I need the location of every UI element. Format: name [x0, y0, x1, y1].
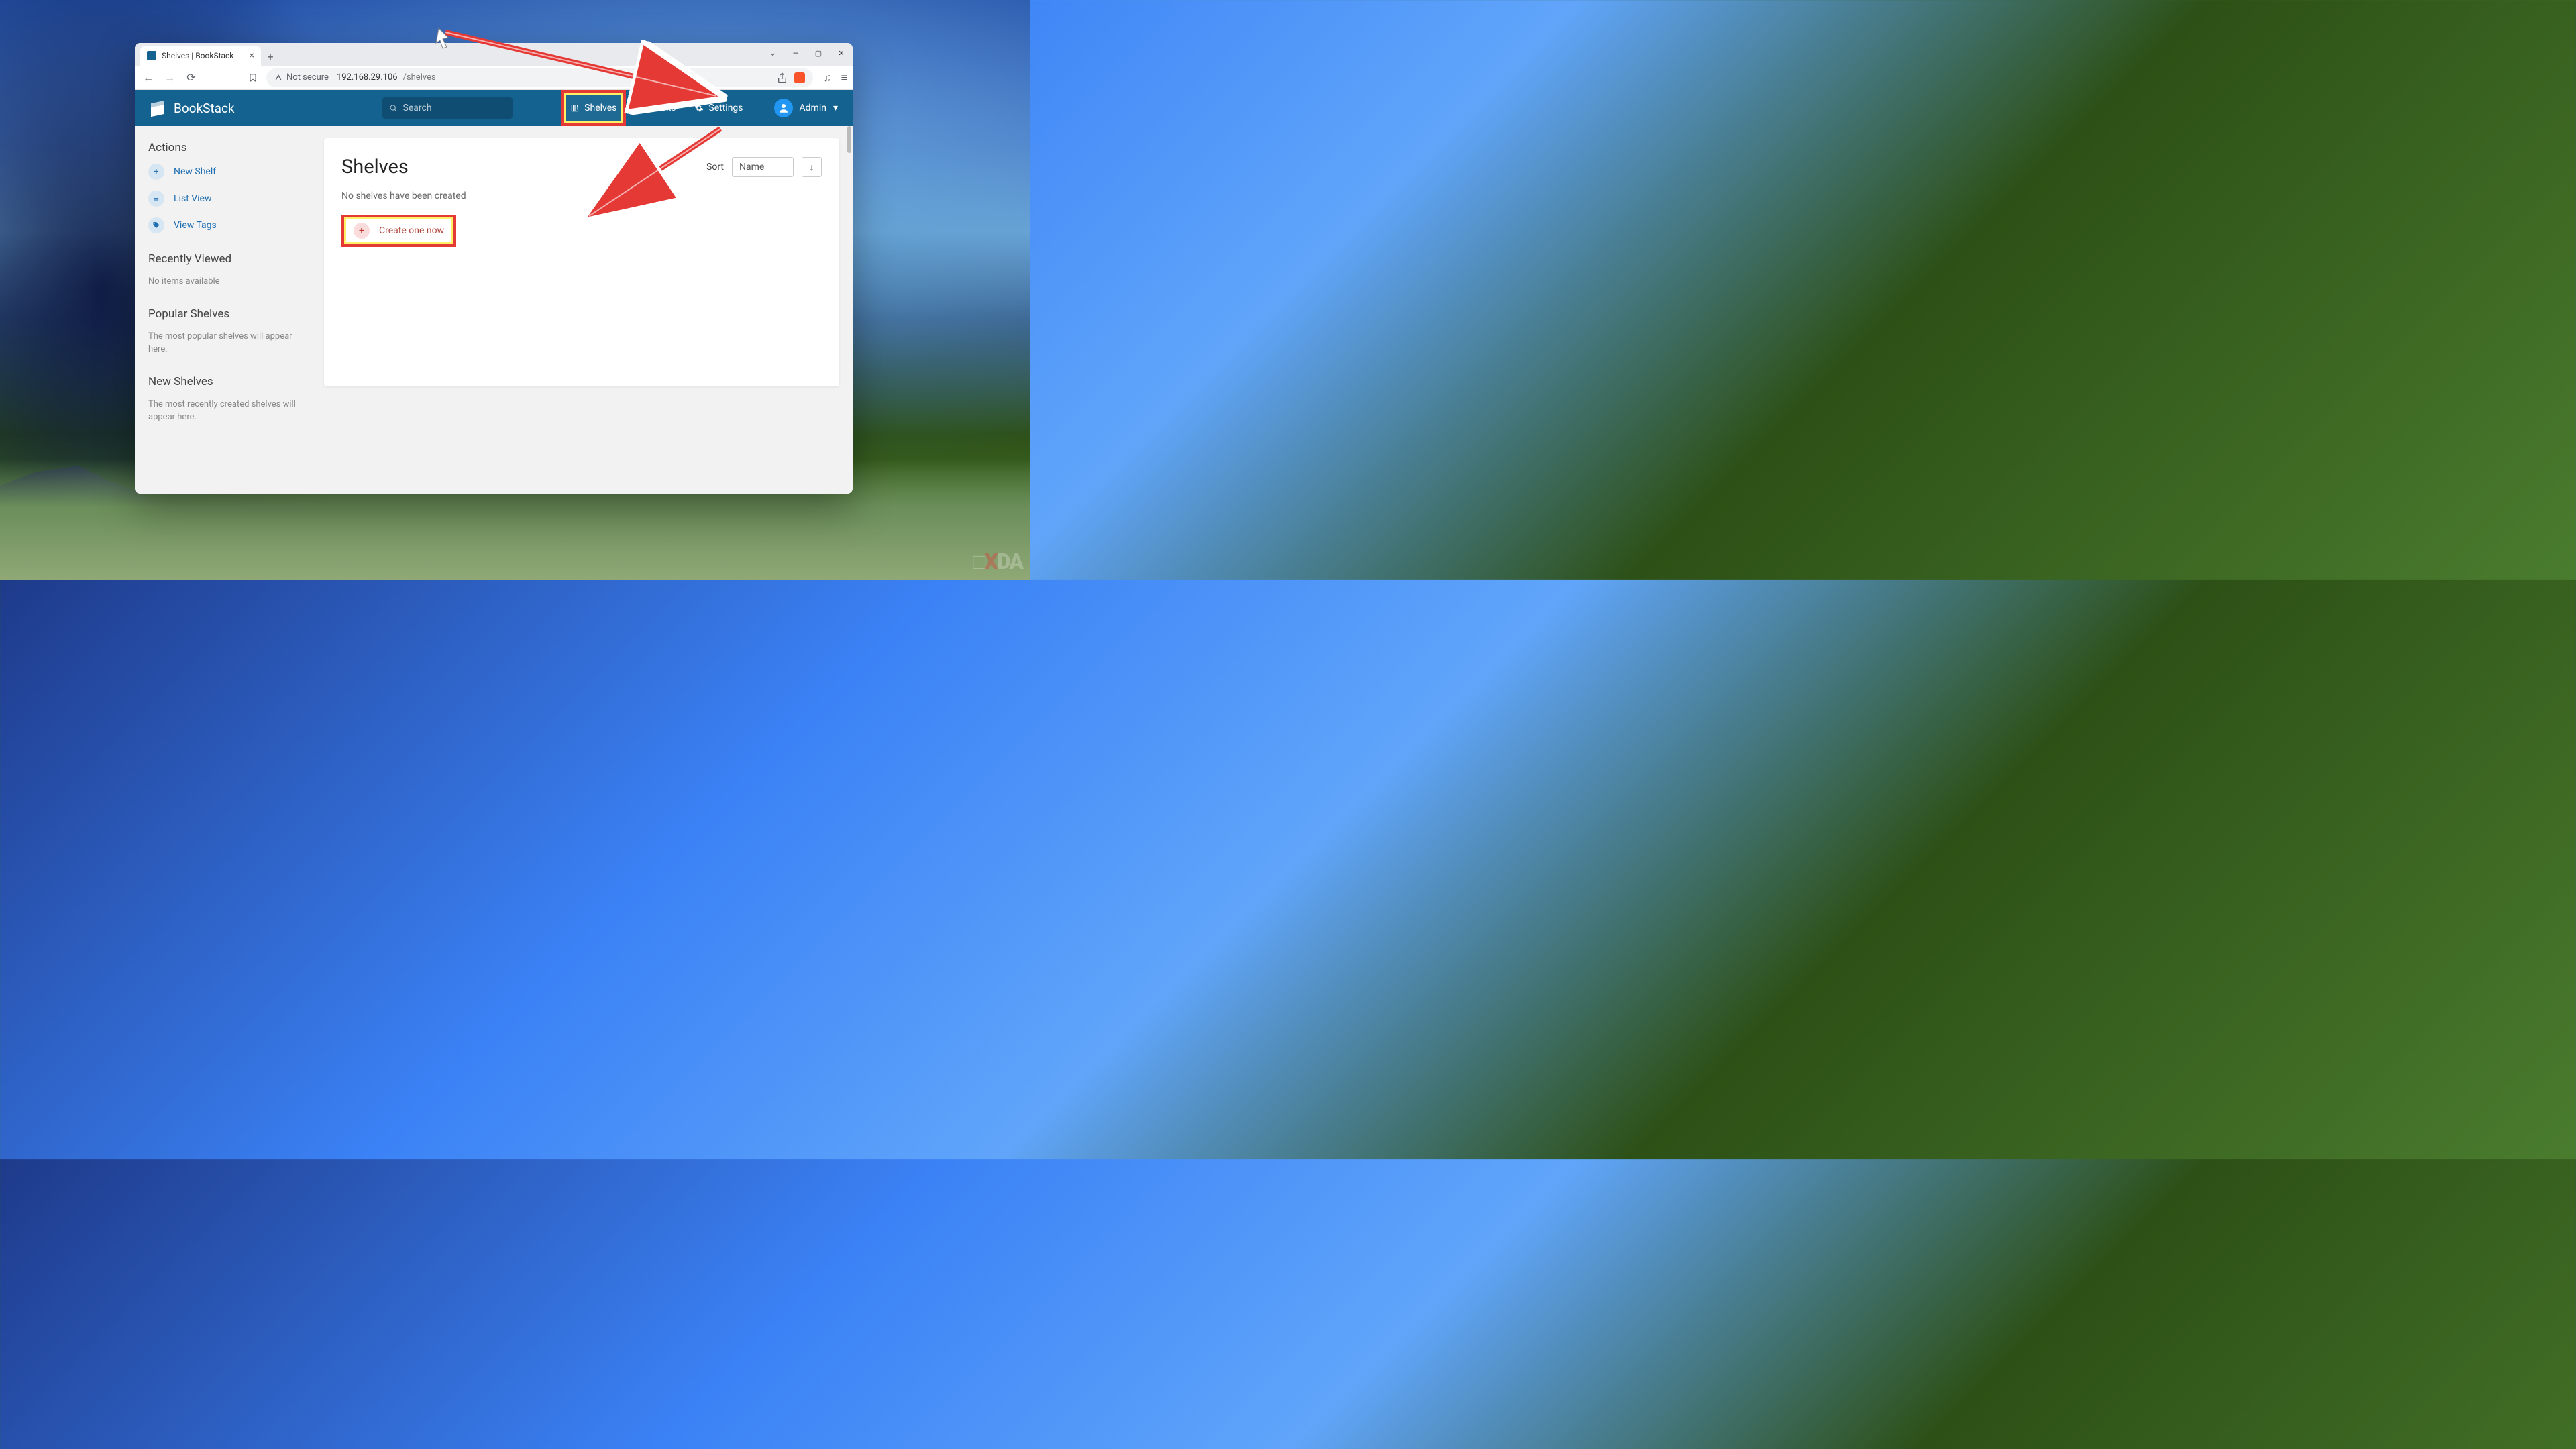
create-one-now-label: Create one now	[379, 225, 444, 236]
favicon-icon	[147, 51, 156, 60]
plus-icon: +	[148, 164, 164, 180]
main-card: Shelves Sort Name ↓ No shelves have been…	[324, 138, 839, 386]
nav-shelves-label: Shelves	[584, 103, 616, 113]
watermark: □XDA	[973, 549, 1022, 574]
nav-settings-label: Settings	[708, 103, 743, 113]
book-icon	[635, 103, 645, 113]
nav-books[interactable]: Books	[626, 90, 685, 126]
sort-controls: Sort Name ↓	[706, 157, 822, 177]
nav-books-label: Books	[649, 103, 676, 113]
user-name: Admin	[800, 103, 826, 113]
gear-icon	[694, 103, 704, 113]
close-window-button[interactable]: ✕	[830, 43, 853, 63]
user-menu[interactable]: Admin ▾	[774, 99, 838, 117]
action-new-shelf[interactable]: + New Shelf	[148, 164, 308, 180]
action-view-tags[interactable]: View Tags	[148, 217, 308, 233]
popular-heading: Popular Shelves	[148, 307, 308, 321]
action-view-tags-label: View Tags	[174, 220, 217, 231]
create-one-now-button[interactable]: + Create one now	[341, 215, 456, 247]
forward-button[interactable]: →	[162, 70, 178, 86]
nav-shelves[interactable]: Shelves	[561, 90, 626, 126]
new-heading: New Shelves	[148, 375, 308, 388]
tab-title: Shelves | BookStack	[162, 51, 233, 60]
share-icon[interactable]	[777, 72, 788, 83]
media-icon[interactable]: ♫	[824, 71, 832, 85]
app-name: BookStack	[174, 101, 235, 116]
app-body: Actions + New Shelf ≡ List View View Tag…	[135, 126, 853, 494]
browser-window: Shelves | BookStack × + ⌄ ― ▢ ✕ ← → ⟳ No…	[135, 43, 853, 494]
tag-icon	[148, 217, 164, 233]
empty-message: No shelves have been created	[341, 191, 822, 201]
action-list-view-label: List View	[174, 193, 212, 204]
search-input[interactable]	[403, 103, 506, 113]
chevron-down-icon: ▾	[833, 103, 838, 113]
address-bar-row: ← → ⟳ Not secure 192.168.29.106/shelves …	[135, 66, 853, 90]
window-controls: ⌄ ― ▢ ✕	[761, 43, 853, 63]
plus-icon: +	[354, 223, 370, 239]
popular-desc-text: The most popular shelves will appear her…	[148, 330, 308, 356]
page-title: Shelves	[341, 156, 409, 178]
shelves-icon	[570, 103, 580, 113]
action-new-shelf-label: New Shelf	[174, 166, 216, 177]
url-path: /shelves	[403, 72, 436, 83]
sort-select[interactable]: Name	[732, 157, 794, 177]
avatar	[774, 99, 793, 117]
url-host: 192.168.29.106	[337, 72, 398, 83]
maximize-button[interactable]: ▢	[807, 43, 830, 63]
bookmark-icon[interactable]	[245, 70, 261, 86]
tab-bar: Shelves | BookStack × + ⌄ ― ▢ ✕	[135, 43, 853, 66]
new-tab-button[interactable]: +	[261, 47, 280, 66]
minimize-button[interactable]: ―	[784, 43, 807, 63]
search-icon	[389, 103, 397, 113]
reload-button[interactable]: ⟳	[183, 70, 199, 86]
bookstack-logo-icon	[150, 99, 167, 117]
app-topbar: BookStack Shelves Books Settings	[135, 90, 853, 126]
tab-overflow-icon[interactable]: ⌄	[761, 43, 784, 63]
close-tab-icon[interactable]: ×	[250, 50, 254, 61]
top-navigation: Shelves Books Settings	[561, 90, 752, 126]
sort-label: Sort	[706, 162, 724, 172]
sort-direction-button[interactable]: ↓	[802, 157, 822, 177]
app-viewport: BookStack Shelves Books Settings	[135, 90, 853, 494]
recent-heading: Recently Viewed	[148, 252, 308, 266]
nav-settings[interactable]: Settings	[685, 90, 752, 126]
actions-heading: Actions	[148, 141, 308, 154]
address-bar[interactable]: Not secure 192.168.29.106/shelves	[266, 68, 813, 87]
app-logo[interactable]: BookStack	[150, 99, 235, 117]
scrollbar[interactable]	[847, 126, 851, 153]
security-label: Not secure	[286, 72, 329, 83]
person-icon	[777, 102, 790, 114]
recent-empty-text: No items available	[148, 275, 308, 288]
browser-tab[interactable]: Shelves | BookStack ×	[140, 46, 261, 66]
warning-icon	[274, 74, 282, 82]
new-desc-text: The most recently created shelves will a…	[148, 398, 308, 424]
brave-shield-icon[interactable]	[794, 72, 805, 83]
back-button[interactable]: ←	[140, 70, 156, 86]
search-box[interactable]	[382, 97, 513, 119]
list-icon: ≡	[148, 191, 164, 207]
hamburger-menu-icon[interactable]: ≡	[841, 71, 847, 85]
sidebar: Actions + New Shelf ≡ List View View Tag…	[148, 138, 308, 482]
security-indicator[interactable]: Not secure	[274, 72, 329, 83]
action-list-view[interactable]: ≡ List View	[148, 191, 308, 207]
